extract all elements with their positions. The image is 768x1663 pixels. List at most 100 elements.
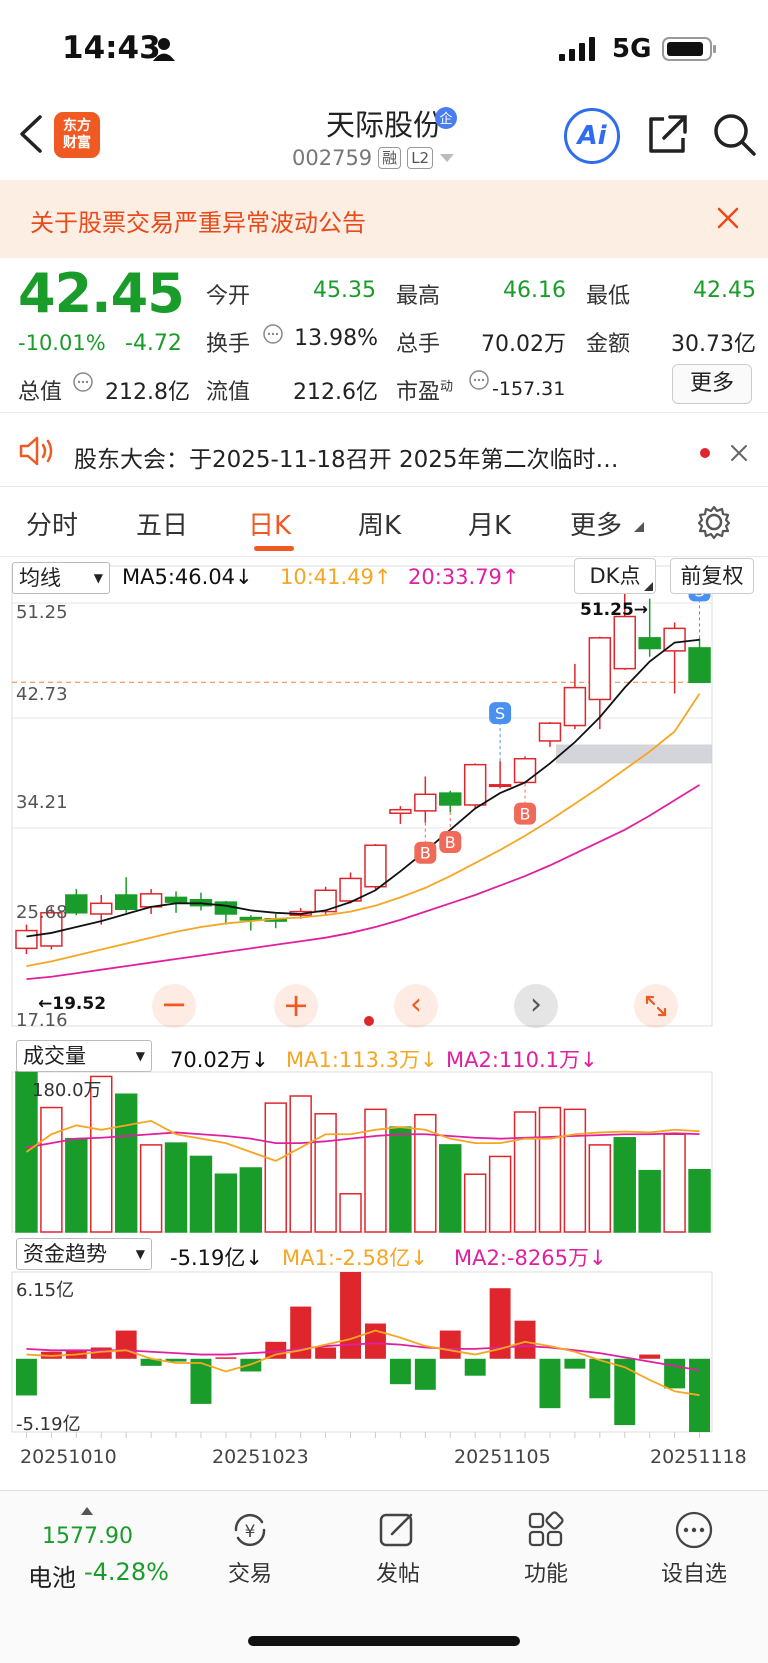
- high-value: 46.16: [503, 278, 566, 303]
- volume-bar: [264, 1102, 287, 1233]
- volume-label: 总手: [396, 332, 441, 357]
- indicator-volume-label: 成交量: [23, 1044, 86, 1068]
- tab-weekly-k[interactable]: 周K: [358, 505, 401, 542]
- settings-gear-icon[interactable]: [696, 504, 732, 540]
- volume-y-label: 180.0万: [32, 1080, 102, 1101]
- unread-dot: [700, 448, 710, 458]
- tab-monthly-k[interactable]: 月K: [468, 505, 511, 542]
- candle-body: [563, 686, 587, 727]
- zoom-out-button[interactable]: −: [152, 984, 196, 1028]
- kline-frame: [11, 565, 713, 1027]
- fund-bar: [464, 1358, 486, 1376]
- candle-body: [688, 647, 711, 684]
- amount-label: 金额: [586, 332, 631, 357]
- battery-icon: [662, 37, 716, 61]
- tab-intraday[interactable]: 分时: [26, 505, 78, 542]
- nav-add-watchlist[interactable]: 设自选: [644, 1556, 744, 1588]
- candle-body: [513, 757, 537, 784]
- current-day-dot: [364, 1016, 374, 1026]
- signal-label: B: [445, 833, 456, 852]
- tab-more[interactable]: 更多: [570, 505, 622, 542]
- nav-functions[interactable]: 功能: [496, 1556, 596, 1588]
- fund-bar: [589, 1358, 611, 1399]
- margin-tag: 融: [378, 147, 402, 169]
- volume-ma1-legend: MA1:113.3万↓: [286, 1048, 438, 1072]
- low-marker: ←19.52: [38, 994, 107, 1014]
- volume-bar: [663, 1133, 686, 1233]
- volume-bar: [40, 1106, 63, 1233]
- volume-bar: [289, 1095, 312, 1233]
- info-icon[interactable]: [468, 369, 490, 391]
- indicator-select-volume[interactable]: 成交量 ▼: [16, 1040, 152, 1072]
- info-icon[interactable]: [262, 323, 284, 345]
- open-label: 今开: [206, 284, 251, 309]
- volume-bar: [389, 1126, 412, 1233]
- current-price: 42.45: [18, 262, 185, 325]
- share-icon[interactable]: [646, 114, 688, 156]
- scroll-left-button[interactable]: ‹: [394, 984, 438, 1028]
- trade-icon[interactable]: ¥: [228, 1510, 272, 1550]
- indicator-ma-label: 均线: [19, 566, 61, 590]
- scroll-right-button[interactable]: ›: [514, 984, 558, 1028]
- more-quote-button[interactable]: 更多: [672, 364, 752, 404]
- candle-body: [488, 784, 512, 788]
- shareholder-meeting-notice[interactable]: 股东大会：于2025-11-18召开 2025年第二次临时…: [74, 440, 619, 474]
- x-date: 20251105: [454, 1446, 551, 1468]
- signal-label: B: [420, 844, 431, 863]
- volume-bar: [563, 1108, 587, 1233]
- volume-bar: [613, 1137, 636, 1233]
- volume-bar: [439, 1144, 462, 1233]
- low-value: 42.45: [693, 278, 756, 303]
- candle-body: [463, 763, 487, 806]
- divider: [0, 486, 768, 487]
- post-edit-icon[interactable]: [378, 1510, 418, 1550]
- change-amount: -4.72: [125, 331, 182, 356]
- fund-bar: [389, 1358, 411, 1385]
- info-icon[interactable]: [72, 371, 94, 393]
- indicator-select-ma[interactable]: 均线 ▼: [12, 562, 110, 594]
- volume-bar: [638, 1169, 661, 1233]
- x-date: 20251023: [212, 1446, 309, 1468]
- volume-bar: [538, 1106, 562, 1233]
- candle-body: [538, 722, 562, 742]
- fullscreen-icon[interactable]: [634, 984, 678, 1028]
- close-icon[interactable]: [730, 444, 748, 462]
- notice-text[interactable]: 关于股票交易严重异常波动公告: [30, 203, 366, 238]
- caret-up-icon: [81, 1507, 93, 1515]
- indicator-select-fund[interactable]: 资金趋势 ▼: [16, 1238, 152, 1270]
- y-label: 25.68: [16, 902, 68, 923]
- enterprise-badge-icon: 企: [435, 107, 457, 129]
- stock-code: 002759: [292, 146, 373, 170]
- zoom-in-button[interactable]: +: [274, 984, 318, 1028]
- speaker-icon: [19, 436, 53, 466]
- index-label[interactable]: 电池: [28, 1558, 76, 1593]
- y-label: 34.21: [16, 792, 68, 813]
- index-change[interactable]: -4.28%: [84, 1558, 169, 1586]
- volume-bar: [239, 1167, 263, 1233]
- tab-daily-k[interactable]: 日K: [248, 505, 291, 542]
- nav-trade[interactable]: 交易: [200, 1556, 300, 1588]
- ma10-line: [26, 693, 701, 968]
- functions-grid-icon[interactable]: [526, 1510, 566, 1550]
- fund-bar: [564, 1358, 586, 1369]
- svg-text:¥: ¥: [245, 1522, 256, 1542]
- fund-bar: [439, 1330, 461, 1359]
- volume-bar: [139, 1144, 163, 1233]
- tab-five-day[interactable]: 五日: [136, 505, 188, 542]
- search-icon[interactable]: [712, 112, 758, 158]
- forward-adjust-button[interactable]: 前复权: [670, 558, 754, 594]
- fund-bar: [514, 1320, 536, 1359]
- float-label: 流值: [206, 380, 251, 405]
- nav-post[interactable]: 发帖: [348, 1556, 448, 1588]
- high-label: 最高: [396, 284, 441, 309]
- candle-body: [214, 901, 238, 915]
- fund-bar: [364, 1323, 386, 1359]
- close-icon[interactable]: [716, 206, 740, 230]
- volume-bar: [164, 1142, 188, 1233]
- index-value[interactable]: 1577.90: [42, 1524, 133, 1549]
- volume-bar: [214, 1173, 238, 1233]
- more-dots-icon[interactable]: [674, 1510, 714, 1550]
- stock-code-row[interactable]: 002759 融 L2: [292, 146, 455, 170]
- ai-button[interactable]: Ai: [564, 108, 620, 164]
- divider: [0, 412, 768, 413]
